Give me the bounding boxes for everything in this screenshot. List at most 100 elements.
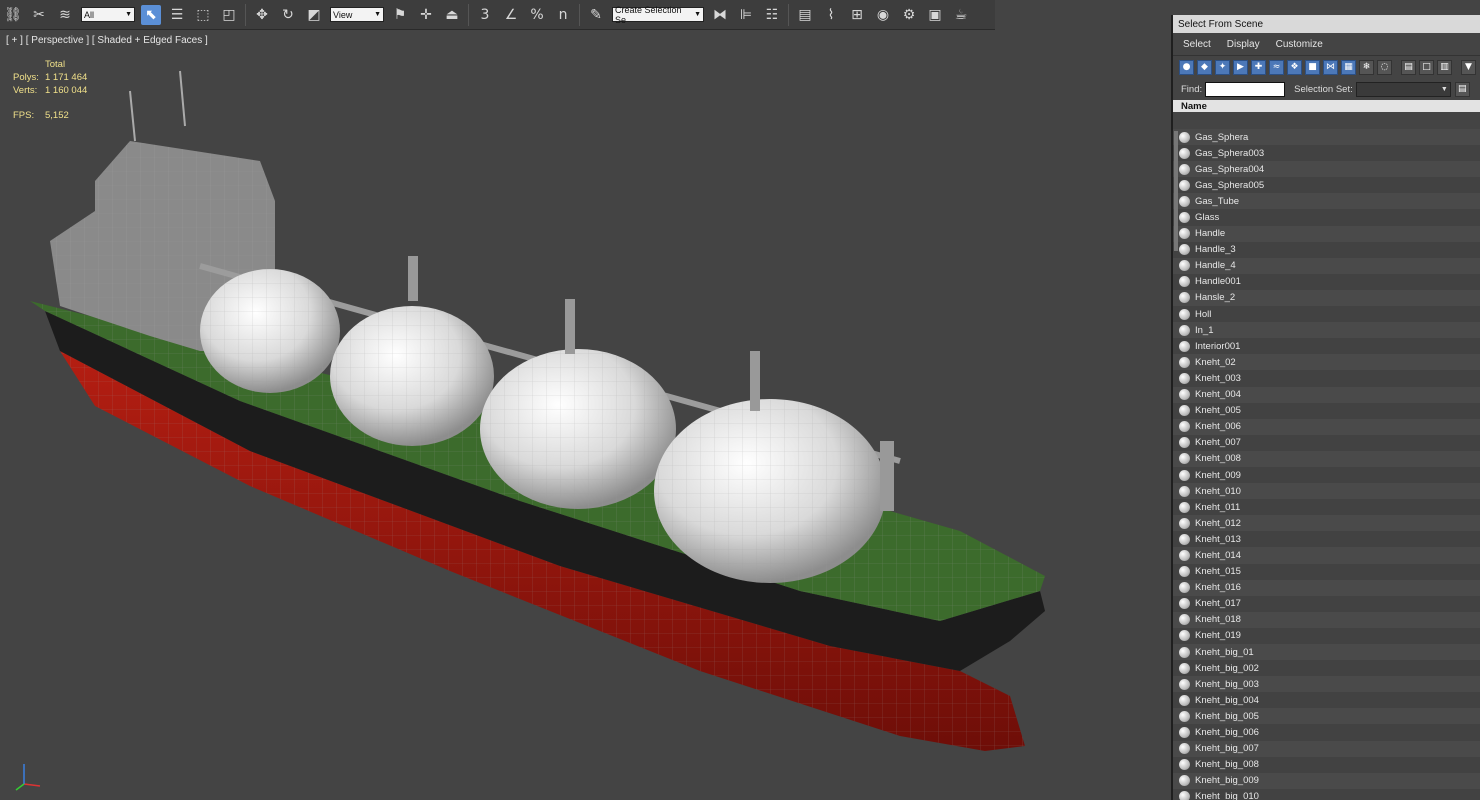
render-setup-icon[interactable]: ⚙ [899,5,919,25]
lng-ship-model[interactable] [0,31,1170,800]
named-selection-set-dropdown[interactable]: Create Selection Se ▼ [612,5,704,25]
menu-display[interactable]: Display [1227,39,1260,50]
name-column-header[interactable]: Name [1173,100,1480,112]
list-item[interactable]: Handle_4 [1173,257,1480,274]
list-item[interactable]: Handle001 [1173,273,1480,290]
list-item[interactable]: Kneht_014 [1173,547,1480,564]
list-item[interactable]: Kneht_big_005 [1173,708,1480,725]
dialog-title[interactable]: Select From Scene [1173,15,1480,33]
schematic-view-icon[interactable]: ⊞ [847,5,867,25]
list-item[interactable]: Gas_Sphera [1173,129,1480,146]
list-item[interactable]: Kneht_004 [1173,386,1480,403]
list-item[interactable]: Kneht_013 [1173,531,1480,548]
list-item[interactable]: Kneht_big_01 [1173,644,1480,661]
menu-customize[interactable]: Customize [1276,39,1323,50]
display-spacewarps-icon[interactable]: ≈ [1269,59,1284,75]
list-item[interactable]: Handle_3 [1173,241,1480,258]
list-item[interactable]: Kneht_005 [1173,402,1480,419]
list-item[interactable]: Kneht_02 [1173,354,1480,371]
scale-icon[interactable]: ◩ [304,5,324,25]
layer-explorer-icon[interactable]: ☷ [762,5,782,25]
unlink-icon[interactable]: ✂ [29,5,49,25]
display-lights-icon[interactable]: ✦ [1215,59,1230,75]
list-item[interactable]: Kneht_big_007 [1173,740,1480,757]
list-item[interactable]: Kneht_007 [1173,434,1480,451]
pivot-icon[interactable]: ⚑ [390,5,410,25]
scene-explorer-icon[interactable]: ▤ [795,5,815,25]
render-icon[interactable]: ☕ [951,5,971,25]
list-item[interactable]: Kneht_big_002 [1173,660,1480,677]
list-item[interactable]: Gas_Sphera003 [1173,145,1480,162]
select-by-name-icon[interactable]: ☰ [167,5,187,25]
curve-editor-icon[interactable]: ⌇ [821,5,841,25]
selection-filter-dropdown[interactable]: All ▼ [81,7,135,22]
select-invert-icon[interactable]: ▥ [1437,59,1452,75]
display-cameras-icon[interactable]: ▶ [1233,59,1248,75]
filter-icon[interactable]: ▼ [1461,59,1476,75]
mirror-icon[interactable]: ⧓ [710,5,730,25]
selection-set-dropdown[interactable]: ▼ [1355,81,1451,97]
manage-selection-sets-icon[interactable]: ▤ [1454,81,1470,97]
display-geometry-icon[interactable]: ● [1179,59,1194,75]
list-item[interactable]: Kneht_012 [1173,515,1480,532]
list-item[interactable]: Kneht_006 [1173,418,1480,435]
select-manipulate-icon[interactable]: ✛ [416,5,436,25]
window-crossing-icon[interactable]: ◰ [219,5,239,25]
snaps-toggle-icon[interactable]: 3 [475,5,495,25]
list-item[interactable]: Kneht_big_006 [1173,724,1480,741]
rendered-frame-icon[interactable]: ▣ [925,5,945,25]
list-item[interactable]: Kneht_018 [1173,611,1480,628]
bind-spacewarp-icon[interactable]: ≋ [55,5,75,25]
list-item[interactable]: Kneht_003 [1173,370,1480,387]
display-shapes-icon[interactable]: ◆ [1197,59,1212,75]
rectangle-region-icon[interactable]: ⬚ [193,5,213,25]
list-item[interactable]: Holl [1173,306,1480,323]
align-icon[interactable]: ⊫ [736,5,756,25]
menu-select[interactable]: Select [1183,39,1211,50]
list-item[interactable]: Kneht_010 [1173,483,1480,500]
list-item[interactable]: Kneht_016 [1173,579,1480,596]
display-groups-icon[interactable]: ❖ [1287,59,1302,75]
list-item[interactable]: Kneht_big_010 [1173,788,1480,800]
list-item[interactable]: Interior001 [1173,338,1480,355]
display-helpers-icon[interactable]: ✚ [1251,59,1266,75]
perspective-viewport[interactable]: [ + ] [ Perspective ] [ Shaded + Edged F… [0,31,1170,800]
material-editor-icon[interactable]: ◉ [873,5,893,25]
list-item[interactable]: Kneht_009 [1173,466,1480,484]
spinner-snap-icon[interactable]: n [553,5,573,25]
list-item[interactable]: Kneht_big_008 [1173,756,1480,773]
list-scrollbar[interactable] [1174,131,1178,251]
scene-object-list[interactable]: Gas_Sphera Gas_Sphera003 Gas_Sphera004 Gas_… [1173,129,1480,800]
display-containers-icon[interactable]: ▦ [1341,59,1356,75]
display-xrefs-icon[interactable]: ■ [1305,59,1320,75]
list-item[interactable]: Glass [1173,209,1480,226]
display-bones-icon[interactable]: ⋈ [1323,59,1338,75]
list-item[interactable]: Kneht_big_009 [1173,772,1480,789]
find-input[interactable] [1205,81,1286,97]
display-frozen-icon[interactable]: ❄ [1359,59,1374,75]
select-all-icon[interactable]: ▤ [1401,59,1416,75]
angle-snap-icon[interactable]: ∠ [501,5,521,25]
keyboard-shortcut-icon[interactable]: ⏏ [442,5,462,25]
reference-coordinate-dropdown[interactable]: View ▼ [330,7,384,22]
list-item[interactable]: Kneht_011 [1173,499,1480,516]
list-item[interactable]: In_1 [1173,322,1480,339]
list-item[interactable]: Kneht_015 [1173,563,1480,580]
list-item[interactable]: Kneht_big_004 [1173,692,1480,709]
list-item[interactable]: Gas_Tube [1173,193,1480,210]
link-icon[interactable]: ⛓ [3,5,23,25]
list-item[interactable]: Kneht_008 [1173,450,1480,467]
list-item[interactable]: Gas_Sphera005 [1173,177,1480,194]
edit-named-selection-icon[interactable]: ✎ [586,5,606,25]
list-item[interactable]: Kneht_big_003 [1173,676,1480,693]
rotate-icon[interactable]: ↻ [278,5,298,25]
display-hidden-icon[interactable]: ◌ [1377,59,1392,75]
move-icon[interactable]: ✥ [252,5,272,25]
select-none-icon[interactable]: □ [1419,59,1434,75]
percent-snap-icon[interactable]: % [527,5,547,25]
select-object-icon[interactable]: ⬉ [141,4,161,25]
list-item[interactable]: Gas_Sphera004 [1173,161,1480,178]
list-item[interactable]: Hansle_2 [1173,289,1480,307]
list-item[interactable]: Kneht_017 [1173,595,1480,612]
list-item[interactable]: Kneht_019 [1173,627,1480,644]
